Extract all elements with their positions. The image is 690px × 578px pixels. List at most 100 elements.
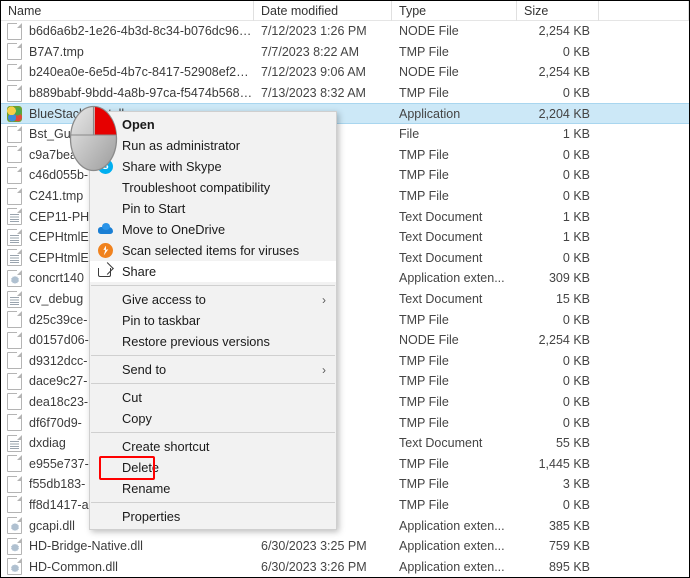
menu-item-share[interactable]: Share xyxy=(90,261,336,282)
menu-item-troubleshoot-compatibility[interactable]: Troubleshoot compatibility xyxy=(90,177,336,198)
file-name-label: d25c39ce- xyxy=(29,313,87,327)
column-header-size[interactable]: Size xyxy=(517,1,599,21)
menu-item-pin-to-start[interactable]: Pin to Start xyxy=(90,198,336,219)
blank-file-icon xyxy=(7,126,22,143)
menu-item-copy[interactable]: Copy xyxy=(90,408,336,429)
blank-file-icon xyxy=(7,373,22,390)
file-size-cell: 1 KB xyxy=(517,210,599,224)
file-name-cell: b240ea0e-6e5d-4b7c-8417-52908ef28683.... xyxy=(1,64,254,81)
file-size-cell: 0 KB xyxy=(517,498,599,512)
file-size-cell: 1 KB xyxy=(517,127,599,141)
file-type-cell: TMP File xyxy=(392,45,517,59)
file-type-cell: TMP File xyxy=(392,498,517,512)
file-name-label: HD-Bridge-Native.dll xyxy=(29,539,143,553)
menu-item-run-as-administrator[interactable]: Run as administrator xyxy=(90,135,336,156)
text-document-icon xyxy=(7,249,22,266)
context-menu: Open Run as administratorSShare with Skyp… xyxy=(89,111,337,530)
file-type-cell: File xyxy=(392,127,517,141)
blank-file-icon xyxy=(7,146,22,163)
blank-file-icon xyxy=(7,188,22,205)
menu-item-label: Open xyxy=(122,117,326,132)
column-header-date-modified[interactable]: Date modified xyxy=(254,1,392,21)
menu-item-give-access-to[interactable]: Give access to› xyxy=(90,289,336,310)
column-header-filler xyxy=(599,1,689,21)
menu-item-open[interactable]: Open xyxy=(90,114,336,135)
file-size-cell: 385 KB xyxy=(517,519,599,533)
file-date-cell: 7/12/2023 9:06 AM xyxy=(254,65,392,79)
file-size-cell: 0 KB xyxy=(517,189,599,203)
blank-file-icon xyxy=(7,496,22,513)
table-row[interactable]: HD-Bridge-Native.dll6/30/2023 3:25 PMApp… xyxy=(1,536,689,557)
file-size-cell: 0 KB xyxy=(517,148,599,162)
table-row[interactable]: B7A7.tmp7/7/2023 8:22 AMTMP File0 KB xyxy=(1,42,689,63)
menu-separator xyxy=(91,285,335,286)
column-header-type[interactable]: Type xyxy=(392,1,517,21)
file-type-cell: TMP File xyxy=(392,148,517,162)
blank-file-icon xyxy=(7,43,22,60)
chevron-right-icon: › xyxy=(316,293,326,307)
file-type-cell: NODE File xyxy=(392,24,517,38)
table-row[interactable]: b240ea0e-6e5d-4b7c-8417-52908ef28683....… xyxy=(1,62,689,83)
menu-item-label: Copy xyxy=(122,411,326,426)
file-type-cell: TMP File xyxy=(392,354,517,368)
menu-item-scan-selected-items-for-viruses[interactable]: Scan selected items for viruses xyxy=(90,240,336,261)
file-size-cell: 0 KB xyxy=(517,354,599,368)
dll-file-icon xyxy=(7,517,22,534)
table-row[interactable]: b6d6a6b2-1e26-4b3d-8c34-b076dc96be4...7/… xyxy=(1,21,689,42)
file-type-cell: TMP File xyxy=(392,395,517,409)
menu-item-create-shortcut[interactable]: Create shortcut xyxy=(90,436,336,457)
menu-item-label: Properties xyxy=(122,509,326,524)
file-type-cell: Application exten... xyxy=(392,271,517,285)
table-row[interactable]: b889babf-9bdd-4a8b-97ca-f5474b568066...7… xyxy=(1,83,689,104)
menu-item-label: Pin to Start xyxy=(122,201,326,216)
file-size-cell: 895 KB xyxy=(517,560,599,574)
table-row[interactable]: HD-Common.dll6/30/2023 3:26 PMApplicatio… xyxy=(1,556,689,577)
share-icon xyxy=(98,265,113,280)
menu-item-label: Rename xyxy=(122,481,326,496)
menu-item-label: Share with Skype xyxy=(122,159,326,174)
file-size-cell: 55 KB xyxy=(517,436,599,450)
file-size-cell: 2,254 KB xyxy=(517,333,599,347)
column-header-row: Name Date modified Type Size xyxy=(1,1,689,21)
file-explorer-window: Name Date modified Type Size b6d6a6b2-1e… xyxy=(0,0,690,578)
file-size-cell: 2,204 KB xyxy=(517,107,599,121)
menu-item-label: Share xyxy=(122,264,326,279)
file-type-cell: TMP File xyxy=(392,457,517,471)
file-type-cell: TMP File xyxy=(392,477,517,491)
blank-file-icon xyxy=(7,311,22,328)
chevron-right-icon: › xyxy=(316,363,326,377)
file-name-label: ff8d1417-a xyxy=(29,498,89,512)
menu-item-properties[interactable]: Properties xyxy=(90,506,336,527)
file-name-label: f55db183- xyxy=(29,477,85,491)
menu-item-delete[interactable]: Delete xyxy=(90,457,336,478)
menu-item-restore-previous-versions[interactable]: Restore previous versions xyxy=(90,331,336,352)
file-size-cell: 0 KB xyxy=(517,374,599,388)
column-header-name[interactable]: Name xyxy=(1,1,254,21)
menu-item-label: Cut xyxy=(122,390,326,405)
menu-item-pin-to-taskbar[interactable]: Pin to taskbar xyxy=(90,310,336,331)
file-size-cell: 309 KB xyxy=(517,271,599,285)
file-type-cell: Text Document xyxy=(392,436,517,450)
menu-item-move-to-onedrive[interactable]: Move to OneDrive xyxy=(90,219,336,240)
blank-file-icon xyxy=(7,352,22,369)
blank-file-icon xyxy=(7,85,22,102)
blank-file-icon xyxy=(7,167,22,184)
menu-item-rename[interactable]: Rename xyxy=(90,478,336,499)
file-name-label: CEP11-PH xyxy=(29,210,89,224)
file-size-cell: 0 KB xyxy=(517,395,599,409)
text-document-icon xyxy=(7,435,22,452)
blank-file-icon xyxy=(7,455,22,472)
file-name-cell: b6d6a6b2-1e26-4b3d-8c34-b076dc96be4... xyxy=(1,23,254,40)
file-size-cell: 0 KB xyxy=(517,251,599,265)
file-type-cell: NODE File xyxy=(392,65,517,79)
file-name-label: cv_debug xyxy=(29,292,83,306)
file-name-cell: HD-Common.dll xyxy=(1,558,254,575)
file-name-label: b889babf-9bdd-4a8b-97ca-f5474b568066... xyxy=(29,86,254,100)
menu-item-share-with-skype[interactable]: SShare with Skype xyxy=(90,156,336,177)
menu-separator xyxy=(91,502,335,503)
menu-item-send-to[interactable]: Send to› xyxy=(90,359,336,380)
file-size-cell: 3 KB xyxy=(517,477,599,491)
menu-item-cut[interactable]: Cut xyxy=(90,387,336,408)
text-document-icon xyxy=(7,229,22,246)
file-name-label: HD-Common.dll xyxy=(29,560,118,574)
